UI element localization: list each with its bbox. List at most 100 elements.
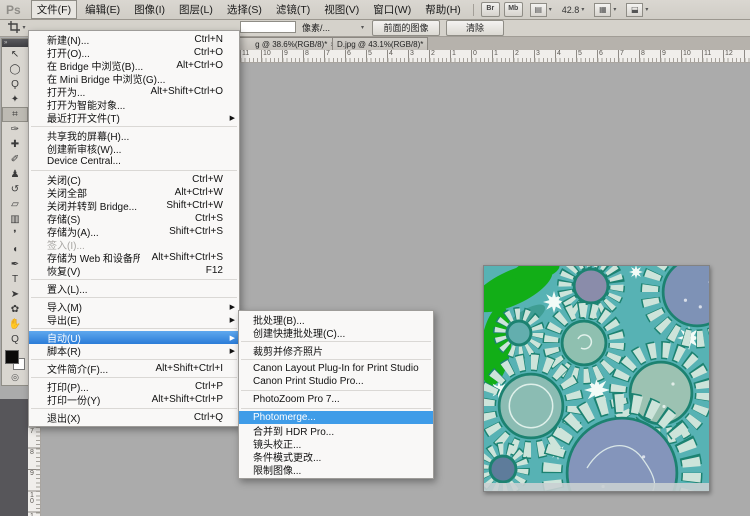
menu-separator (31, 279, 237, 280)
ruler-label: 1 (452, 50, 456, 57)
ruler-label: 7 (326, 50, 330, 57)
photoshop-logo: Ps (6, 3, 21, 17)
ruler-label: 3 (410, 50, 414, 57)
menubar: Ps 文件(F)编辑(E)图像(I)图层(L)选择(S)滤镜(T)视图(V)窗口… (0, 0, 750, 20)
file-menu-item[interactable]: 退出(X)Ctrl+Q (29, 411, 239, 424)
move-tool[interactable]: ↖ (2, 47, 28, 62)
crop-icon (8, 21, 20, 33)
crop-width-input[interactable] (240, 21, 296, 33)
menu-item-label: Canon Layout Plug-In for Print Studio Pr… (253, 363, 421, 374)
menubar-item[interactable]: 图层(L) (173, 0, 219, 19)
file-menu-item[interactable]: 最近打开文件(T)▶ (29, 111, 239, 124)
unit-dropdown-value: 像素/... (302, 21, 330, 34)
menu-item-label: 恢复(V) (47, 263, 80, 278)
quick-selection-tool[interactable]: ✦ (2, 92, 28, 107)
unit-dropdown[interactable]: 像素/... ▾ (300, 21, 366, 33)
submenu-item[interactable]: 创建快捷批处理(C)... (239, 326, 433, 339)
history-brush-tool[interactable]: ↺ (2, 182, 28, 197)
menu-item-shortcut: Alt+Ctrl+W (163, 187, 223, 198)
menu-separator (241, 359, 431, 360)
menu-separator (31, 377, 237, 378)
dodge-tool[interactable]: ◖ (2, 242, 28, 257)
file-menu: 新建(N)...Ctrl+N打开(O)...Ctrl+O在 Bridge 中浏览… (28, 30, 240, 427)
file-menu-item[interactable]: Device Central... (29, 155, 239, 168)
menubar-item[interactable]: 滤镜(T) (270, 0, 316, 19)
ruler-label: 10 (263, 50, 271, 57)
crop-tool[interactable]: ⌗ (2, 107, 28, 122)
file-menu-item[interactable]: 打印一份(Y) Alt+Shift+Ctrl+P (29, 393, 239, 406)
automate-submenu: 批处理(B)...创建快捷批处理(C)...裁剪并修齐照片Canon Layou… (238, 310, 434, 479)
gradient-tool[interactable]: ▥ (2, 212, 28, 227)
quick-mask-button[interactable]: ◎ (2, 371, 28, 383)
file-menu-item[interactable]: 文件简介(F)...Alt+Shift+Ctrl+I (29, 362, 239, 375)
menu-item-label: 最近打开文件(T) (47, 110, 120, 125)
menubar-item[interactable]: 窗口(W) (367, 0, 417, 19)
submenu-item[interactable]: PhotoZoom Pro 7... (239, 393, 433, 406)
menubar-item[interactable]: 文件(F) (31, 0, 77, 19)
blur-tool[interactable]: ❜ (2, 227, 28, 242)
file-menu-item[interactable]: 脚本(R)▶ (29, 344, 239, 357)
pen-tool[interactable]: ✒ (2, 257, 28, 272)
type-tool[interactable]: T (2, 272, 28, 287)
tools-panel: » ↖◯Ϙ✦⌗✑✚✐♟↺▱▥❜◖✒T➤✿✋Q ◎ (1, 38, 29, 386)
document-tab-label: D.jpg @ 43.1%(RGB/8)* (337, 40, 423, 49)
file-menu-item[interactable]: 导出(E)▶ (29, 313, 239, 326)
brush-tool[interactable]: ✐ (2, 152, 28, 167)
bridge-button[interactable]: Br (481, 2, 500, 17)
ruler-label: 5 (578, 50, 582, 57)
eyedropper-tool[interactable]: ✑ (2, 122, 28, 137)
eraser-tool[interactable]: ▱ (2, 197, 28, 212)
ruler-label: 11 (242, 50, 249, 57)
menu-item-label: 裁剪并修齐照片 (253, 343, 323, 358)
menubar-item[interactable]: 选择(S) (221, 0, 268, 19)
submenu-item[interactable]: Canon Print Studio Pro... (239, 375, 433, 388)
zoom-level-dropdown[interactable]: 42.8 ▾ (562, 5, 585, 15)
menubar-item[interactable]: 帮助(H) (419, 0, 467, 19)
menubar-item[interactable]: 视图(V) (318, 0, 365, 19)
document-tab[interactable]: D.jpg @ 43.1%(RGB/8)*× (332, 37, 428, 50)
ruler-label: 4 (557, 50, 561, 57)
menu-item-shortcut: Ctrl+S (183, 213, 223, 224)
color-swatches[interactable] (2, 349, 28, 371)
menu-separator (241, 341, 431, 342)
menu-item-label: 创建新审核(W)... (47, 141, 121, 156)
mini-bridge-button[interactable]: Mb (504, 2, 523, 17)
foreground-color-swatch[interactable] (5, 350, 19, 364)
ruler-label: 6 (347, 50, 351, 57)
menu-item-shortcut: Alt+Shift+Ctrl+P (140, 394, 223, 405)
submenu-item[interactable]: 裁剪并修齐照片 (239, 344, 433, 357)
path-selection-tool[interactable]: ➤ (2, 287, 28, 302)
hand-tool[interactable]: ✋ (2, 317, 28, 332)
crop-tool-preset[interactable]: ▾ (4, 20, 30, 34)
tools-panel-header[interactable]: » (2, 39, 28, 47)
file-menu-item[interactable]: 创建新审核(W)... (29, 142, 239, 155)
arrange-documents-dropdown[interactable]: ▦ ▾ (594, 3, 616, 17)
tab-close-icon[interactable]: × (426, 40, 428, 49)
ruler-label: 8 (30, 450, 34, 456)
clear-button[interactable]: 清除 (446, 20, 504, 36)
file-menu-item[interactable]: 恢复(V) F12 (29, 264, 239, 277)
file-menu-item[interactable]: 置入(L)... (29, 282, 239, 295)
menubar-item[interactable]: 图像(I) (128, 0, 171, 19)
zoom-tool[interactable]: Q (2, 332, 28, 347)
menu-item-shortcut: Shift+Ctrl+W (154, 200, 223, 211)
submenu-item[interactable]: 限制图像... (239, 463, 433, 476)
ruler-label: 1 (494, 50, 498, 57)
ruler-label: 2 (515, 50, 519, 57)
front-image-button[interactable]: 前面的图像 (372, 20, 440, 36)
submenu-item[interactable]: Canon Layout Plug-In for Print Studio Pr… (239, 362, 433, 375)
menu-item-shortcut: F12 (194, 265, 223, 276)
view-extras-dropdown[interactable]: ▤ ▾ (530, 3, 552, 17)
marquee-tool[interactable]: ◯ (2, 62, 28, 77)
menubar-item[interactable]: 编辑(E) (79, 0, 126, 19)
menu-separator (31, 170, 237, 171)
menu-item-shortcut: Ctrl+O (182, 47, 223, 58)
healing-brush-tool[interactable]: ✚ (2, 137, 28, 152)
clone-stamp-tool[interactable]: ♟ (2, 167, 28, 182)
document-tab-label: g @ 38.6%(RGB/8)* (255, 40, 327, 49)
custom-shape-tool[interactable]: ✿ (2, 302, 28, 317)
menu-item-label: 打印一份(Y) (47, 392, 100, 407)
lasso-tool[interactable]: Ϙ (2, 77, 28, 92)
document-image[interactable] (483, 265, 710, 492)
screen-mode-dropdown[interactable]: ⬓ ▾ (626, 3, 648, 17)
